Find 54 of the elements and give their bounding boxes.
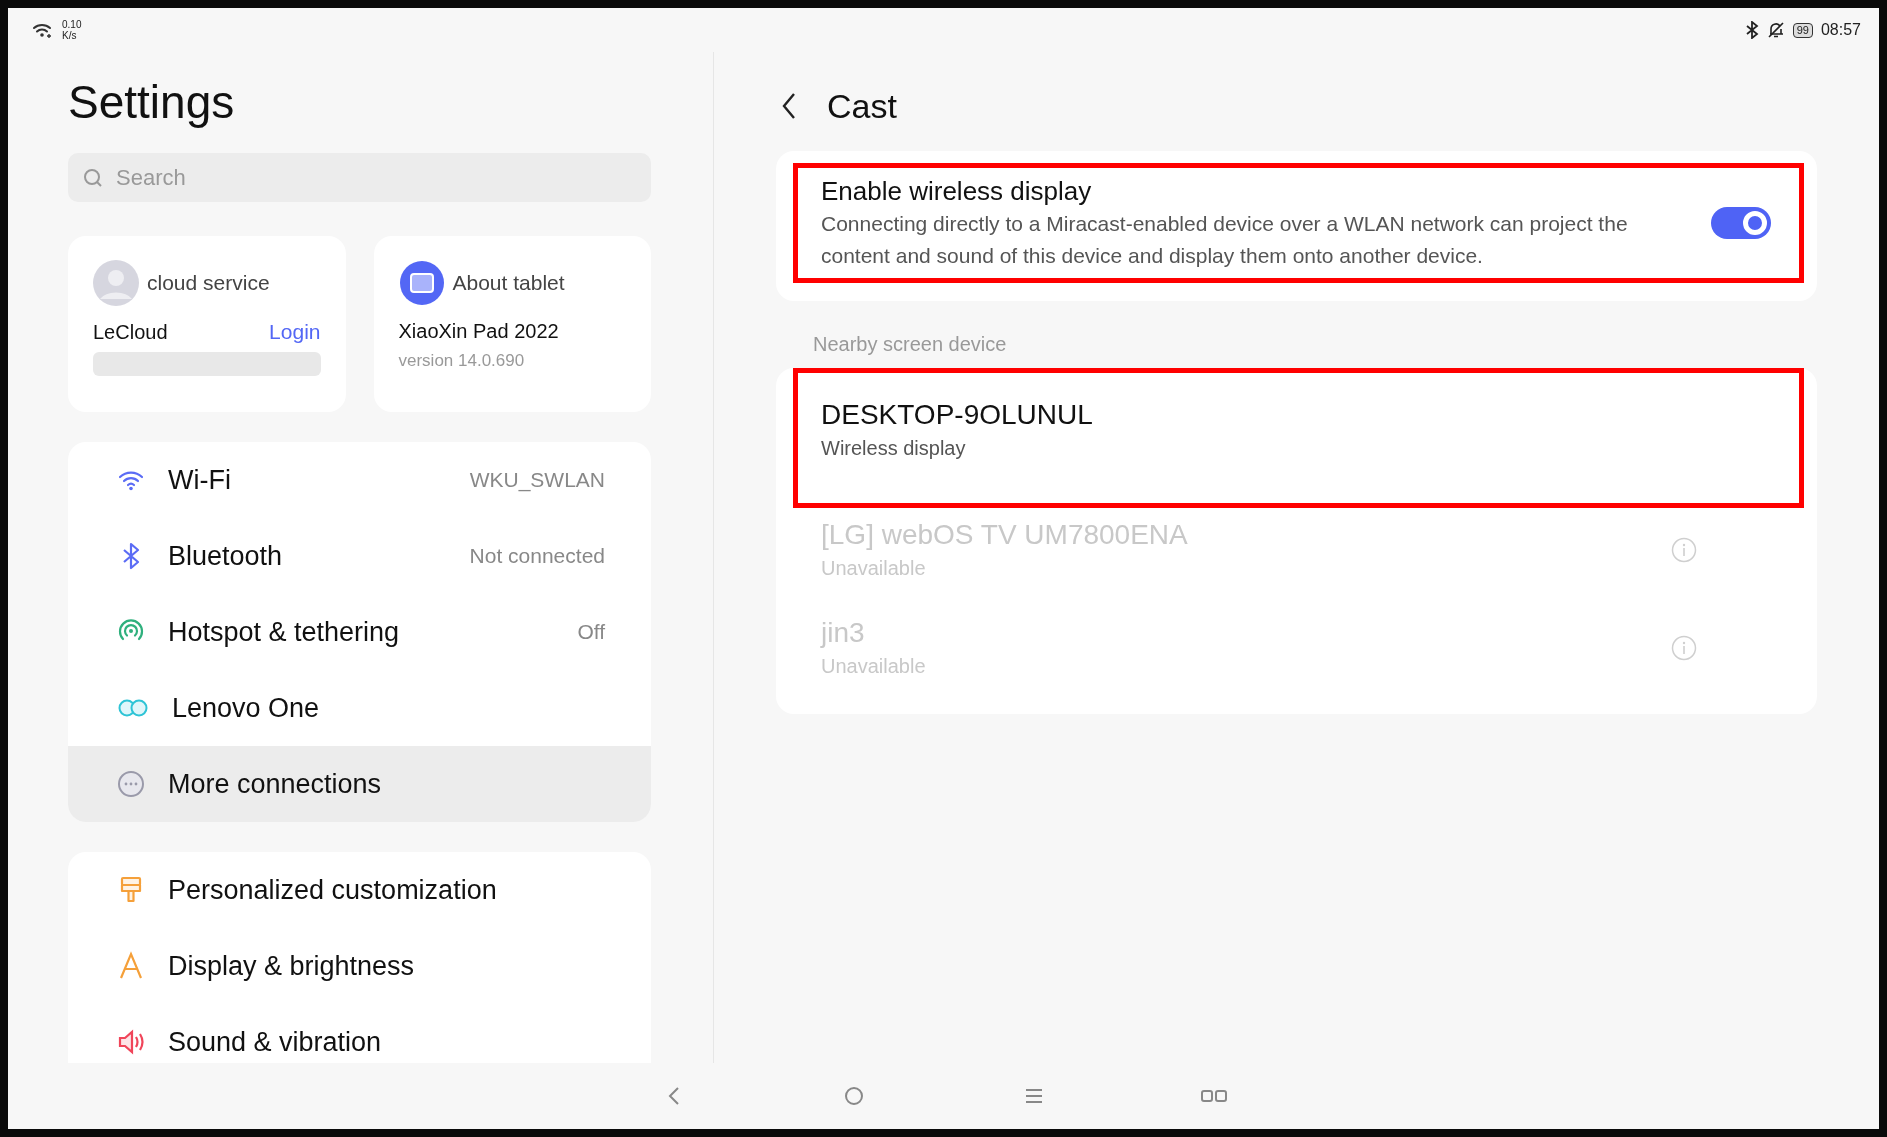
speed-unit: K/s (62, 30, 78, 41)
section-label: Nearby screen device (813, 332, 1008, 357)
settings-item[interactable]: Bluetooth Not connected (68, 518, 651, 594)
item-label: More connections (168, 768, 383, 800)
device-status: Wireless display (821, 436, 967, 461)
page-title: Settings (68, 75, 236, 130)
circle-icon (843, 1086, 864, 1106)
settings-item[interactable]: Lenovo One (68, 670, 651, 746)
menu-icon (1024, 1088, 1043, 1104)
item-value: Not connected (469, 544, 605, 568)
settings-item[interactable]: Sound & vibration (68, 1004, 651, 1063)
tablet-icon (398, 260, 445, 306)
item-label: Lenovo One (172, 692, 321, 724)
item-label: Personalized customization (168, 874, 498, 906)
chevron-left-icon (666, 1086, 681, 1106)
speaker-icon (116, 1027, 146, 1057)
version-text: version 14.0.690 (398, 351, 526, 371)
about-card[interactable]: About tablet XiaoXin Pad 2022 version 14.0.690 (373, 236, 651, 412)
settings-item[interactable]: Personalized customization (68, 852, 651, 928)
more-icon (116, 769, 146, 799)
login-link[interactable]: Login (269, 320, 321, 344)
settings-item[interactable]: More connections (68, 746, 651, 822)
search-icon (82, 167, 104, 189)
wifi-icon (32, 21, 54, 39)
card-title: cloud service (147, 271, 270, 295)
item-label: Hotspot & tethering (168, 616, 401, 648)
settings-item[interactable]: Display & brightness (68, 928, 651, 1004)
card-title: About tablet (452, 271, 565, 295)
item-label: Bluetooth (168, 540, 284, 572)
account-name: LeCloud (93, 320, 168, 344)
item-label: Sound & vibration (168, 1026, 383, 1058)
item-value: Off (577, 620, 605, 644)
bell-off-icon (1766, 21, 1785, 39)
clock: 08:57 (1820, 21, 1861, 39)
chevron-left-icon (781, 92, 797, 120)
avatar-icon (93, 260, 139, 306)
two-squares-icon (1200, 1089, 1227, 1103)
settings-item[interactable]: Wi-Fi WKU_SWLAN (68, 442, 651, 518)
setting-description: Connecting directly to a Miracast-enabled device over a WLAN network can project the content and sound of this device and display them onto another device. (821, 211, 1629, 269)
setting-title: Enable wireless display (821, 175, 1093, 208)
item-value: WKU_SWLAN (469, 468, 605, 492)
item-label: Display & brightness (168, 950, 416, 982)
settings-item[interactable]: Hotspot & tethering Off (68, 594, 651, 670)
account-card[interactable]: cloud service LeCloud Login (68, 236, 346, 412)
device-name: DESKTOP-9OLUNUL (821, 398, 1094, 432)
network-speed: 0.10 (62, 19, 82, 30)
device-item[interactable]: DESKTOP-9OLUNUL Wireless display (793, 368, 1804, 508)
toggle-switch[interactable] (1711, 207, 1771, 239)
bluetooth-icon (1744, 21, 1759, 39)
device-model: XiaoXin Pad 2022 (398, 320, 560, 343)
item-label: Wi-Fi (168, 464, 232, 496)
battery-level: 99 (1792, 22, 1813, 38)
search-field[interactable]: Search (68, 153, 651, 202)
page-title: Cast (827, 86, 897, 126)
